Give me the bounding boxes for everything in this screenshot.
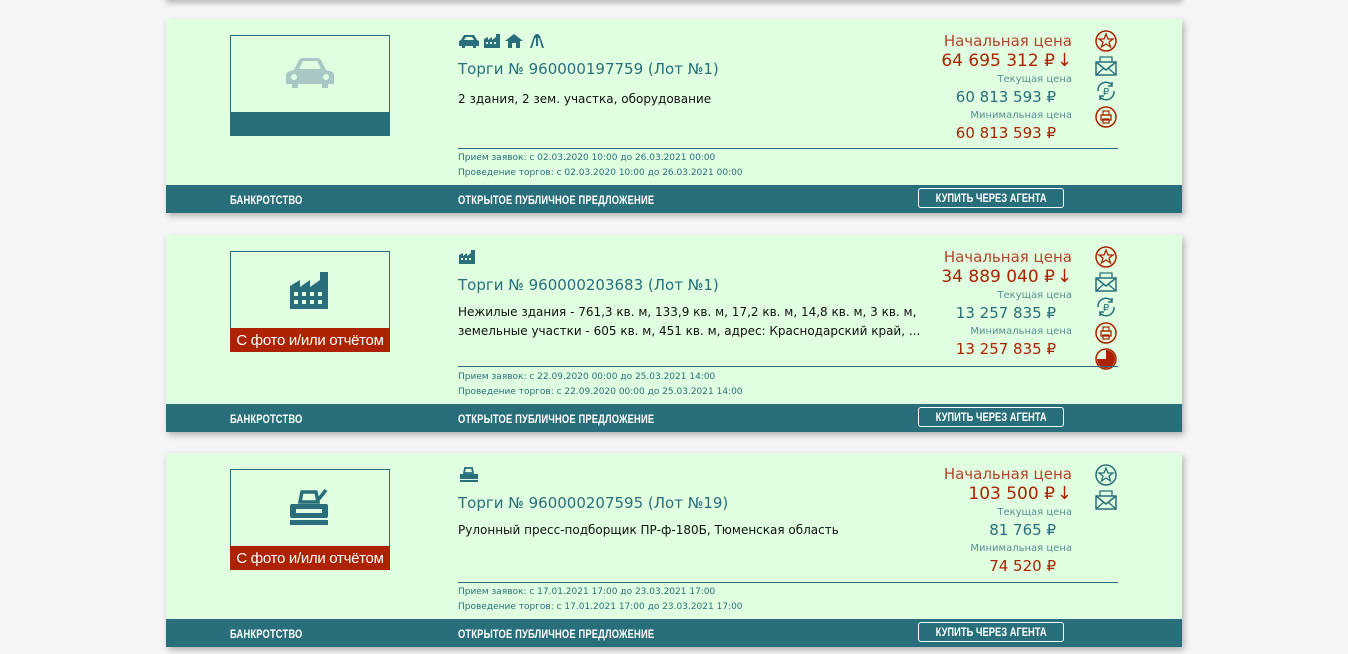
current-price: 13 257 835 ₽ [955, 304, 1056, 322]
start-price: 64 695 312 ₽ [941, 51, 1055, 71]
ruble-cycle-icon[interactable]: ₽ [1094, 79, 1118, 103]
trading-dates: Проведение торгов: с 02.03.2020 10:00 до… [458, 168, 743, 178]
start-price-label: Начальная цена [943, 32, 1072, 50]
price-down-arrow-icon: ↓ [1056, 266, 1072, 287]
procedure-type: ОТКРЫТОЕ ПУБЛИЧНОЕ ПРЕДЛОЖЕНИЕ [458, 627, 655, 641]
factory-icon [459, 250, 475, 264]
divider [458, 582, 1118, 583]
application-dates: Прием заявок: с 22.09.2020 00:00 до 25.0… [458, 372, 716, 382]
lot-type: БАНКРОТСТВО [230, 627, 303, 641]
divider [458, 366, 1118, 367]
printer-icon[interactable] [1094, 321, 1118, 345]
car-icon [286, 58, 334, 88]
tools-icon [530, 34, 544, 48]
lot-type: БАНКРОТСТВО [230, 193, 303, 207]
car-icon [459, 35, 479, 48]
buy-via-agent-button[interactable]: КУПИТЬ ЧЕРЕЗ АГЕНТА [918, 407, 1064, 427]
category-icons [458, 249, 476, 265]
lot-card: С фото и/или отчётом Торги № 96000020368… [166, 235, 1182, 432]
start-price-label: Начальная цена [943, 465, 1072, 483]
current-price: 81 765 ₽ [989, 521, 1056, 539]
action-icons: ₽ [1094, 245, 1118, 371]
min-price: 74 520 ₽ [989, 557, 1056, 575]
start-price: 34 889 040 ₽ [941, 267, 1055, 287]
factory-icon [290, 272, 328, 309]
lot-thumbnail[interactable] [230, 251, 390, 329]
price-block: Начальная цена 34 889 040 ₽ ↓ Текущая цен… [812, 247, 1072, 359]
buy-via-agent-button[interactable]: КУПИТЬ ЧЕРЕЗ АГЕНТА [918, 622, 1064, 642]
lot-footer-bar: БАНКРОТСТВО ОТКРЫТОЕ ПУБЛИЧНОЕ ПРЕДЛОЖЕН… [166, 404, 1182, 432]
current-price: 60 813 593 ₽ [955, 88, 1056, 106]
photo-report-badge: С фото и/или отчётом [230, 546, 390, 570]
star-icon[interactable] [1094, 245, 1118, 269]
factory-icon [484, 34, 500, 48]
start-price-label: Начальная цена [943, 248, 1072, 266]
lot-title-link[interactable]: Торги № 960000197759 (Лот №1) [458, 60, 719, 78]
lot-thumbnail[interactable] [230, 35, 390, 113]
lot-title-link[interactable]: Торги № 960000207595 (Лот №19) [458, 494, 728, 512]
current-price-label: Текущая цена [997, 507, 1072, 518]
action-icons: ₽ [1094, 29, 1118, 129]
house-icon [505, 34, 523, 48]
min-price: 60 813 593 ₽ [955, 124, 1056, 142]
lot-title-link[interactable]: Торги № 960000203683 (Лот №1) [458, 276, 719, 294]
dates-block: Прием заявок: с 17.01.2021 17:00 до 23.0… [458, 585, 743, 615]
procedure-type: ОТКРЫТОЕ ПУБЛИЧНОЕ ПРЕДЛОЖЕНИЕ [458, 412, 655, 426]
price-block: Начальная цена 103 500 ₽ ↓ Текущая цена 8… [812, 464, 1072, 576]
lot-card: С фото и/или отчётом Торги № 96000020759… [166, 453, 1182, 647]
lot-footer-bar: БАНКРОТСТВО ОТКРЫТОЕ ПУБЛИЧНОЕ ПРЕДЛОЖЕН… [166, 185, 1182, 213]
svg-text:₽: ₽ [1103, 87, 1110, 98]
min-price-label: Минимальная цена [970, 110, 1072, 121]
dates-block: Прием заявок: с 22.09.2020 00:00 до 25.0… [458, 370, 743, 400]
procedure-type: ОТКРЫТОЕ ПУБЛИЧНОЕ ПРЕДЛОЖЕНИЕ [458, 193, 655, 207]
pie-chart-icon[interactable] [1094, 347, 1118, 371]
current-price-label: Текущая цена [997, 290, 1072, 301]
category-icons [458, 467, 480, 483]
price-block: Начальная цена 64 695 312 ₽ ↓ Текущая цен… [812, 31, 1072, 143]
photo-report-badge: С фото и/или отчётом [230, 328, 390, 352]
printer-icon[interactable] [1094, 105, 1118, 129]
min-price-label: Минимальная цена [970, 543, 1072, 554]
action-icons [1094, 463, 1118, 511]
machine-icon [460, 467, 478, 482]
lot-thumbnail[interactable] [230, 469, 390, 547]
application-dates: Прием заявок: с 17.01.2021 17:00 до 23.0… [458, 587, 716, 597]
thumbnail-bar [230, 112, 390, 136]
lot-card: Торги № 960000197759 (Лот №1) 2 здания, … [166, 19, 1182, 213]
trading-dates: Проведение торгов: с 22.09.2020 00:00 до… [458, 387, 743, 397]
category-icons [458, 33, 547, 49]
trading-dates: Проведение торгов: с 17.01.2021 17:00 до… [458, 602, 743, 612]
current-price-label: Текущая цена [997, 74, 1072, 85]
envelope-icon[interactable] [1094, 55, 1118, 77]
min-price: 13 257 835 ₽ [955, 340, 1056, 358]
min-price-label: Минимальная цена [970, 326, 1072, 337]
price-down-arrow-icon: ↓ [1056, 483, 1072, 504]
dates-block: Прием заявок: с 02.03.2020 10:00 до 26.0… [458, 151, 743, 181]
buy-via-agent-button[interactable]: КУПИТЬ ЧЕРЕЗ АГЕНТА [918, 188, 1064, 208]
svg-text:₽: ₽ [1103, 303, 1110, 314]
divider [458, 148, 1118, 149]
ruble-cycle-icon[interactable]: ₽ [1094, 295, 1118, 319]
start-price: 103 500 ₽ [968, 484, 1055, 504]
envelope-icon[interactable] [1094, 489, 1118, 511]
envelope-icon[interactable] [1094, 271, 1118, 293]
price-down-arrow-icon: ↓ [1056, 50, 1072, 71]
application-dates: Прием заявок: с 02.03.2020 10:00 до 26.0… [458, 153, 716, 163]
star-icon[interactable] [1094, 29, 1118, 53]
star-icon[interactable] [1094, 463, 1118, 487]
lot-footer-bar: БАНКРОТСТВО ОТКРЫТОЕ ПУБЛИЧНОЕ ПРЕДЛОЖЕН… [166, 619, 1182, 647]
lot-type: БАНКРОТСТВО [230, 412, 303, 426]
machine-icon [290, 488, 328, 525]
